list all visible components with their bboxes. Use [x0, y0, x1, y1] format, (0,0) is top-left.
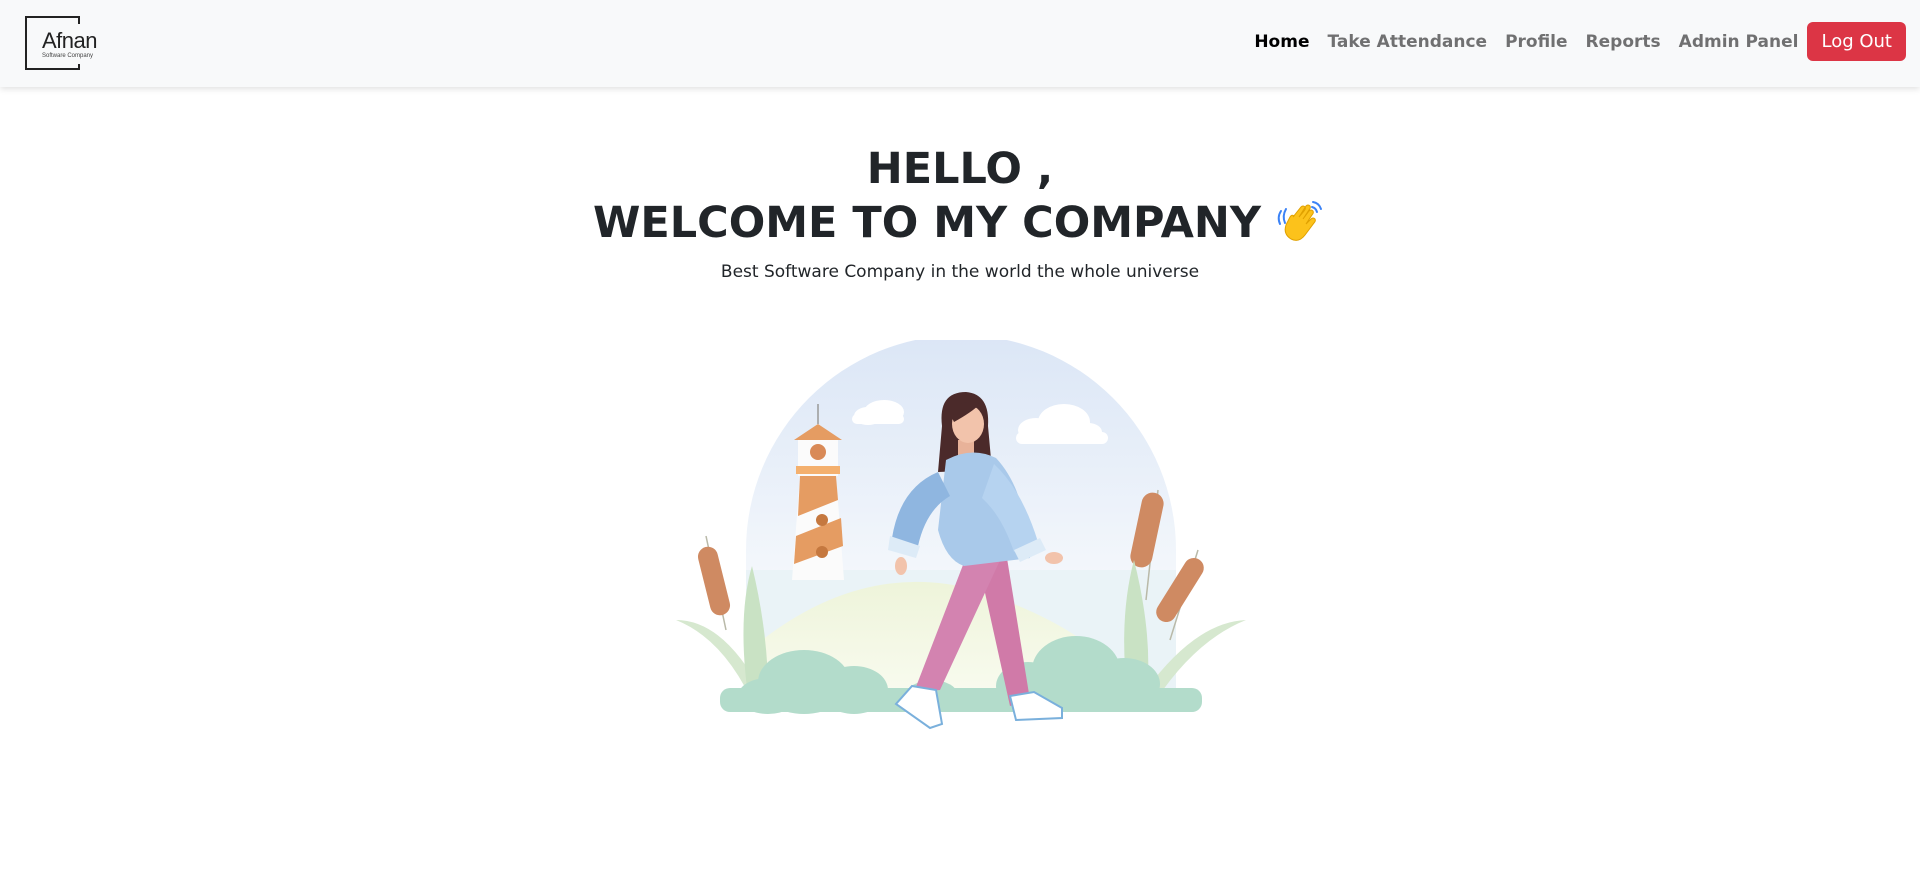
hero-subtitle: Best Software Company in the world the w…	[720, 262, 1200, 282]
hero-welcome-text: WELCOME TO MY COMPANY	[592, 198, 1262, 248]
logout-button[interactable]: Log Out	[1807, 22, 1906, 61]
nav-admin-panel[interactable]: Admin Panel	[1670, 24, 1808, 60]
brand-tagline: Software Company	[42, 53, 94, 59]
hero-section: HELLO , WELCOME TO MY COMPANY Best Softw…	[0, 142, 1920, 282]
woman-walking-illustration	[676, 340, 1246, 730]
nav-home[interactable]: Home	[1245, 24, 1318, 60]
nav-profile[interactable]: Profile	[1496, 24, 1576, 60]
nav-reports[interactable]: Reports	[1577, 24, 1670, 60]
brand-logo[interactable]: Afnan Software Company	[25, 16, 98, 70]
hero-welcome-line: WELCOME TO MY COMPANY	[0, 196, 1920, 250]
navbar: Afnan Software Company Home Take Attenda…	[0, 0, 1920, 87]
brand-name: Afnan	[42, 28, 98, 53]
nav-take-attendance[interactable]: Take Attendance	[1318, 24, 1496, 60]
main-nav: Home Take Attendance Profile Reports Adm…	[1245, 22, 1906, 61]
waving-hand-icon	[1277, 201, 1323, 241]
hero-greeting: HELLO ,	[866, 144, 1054, 194]
